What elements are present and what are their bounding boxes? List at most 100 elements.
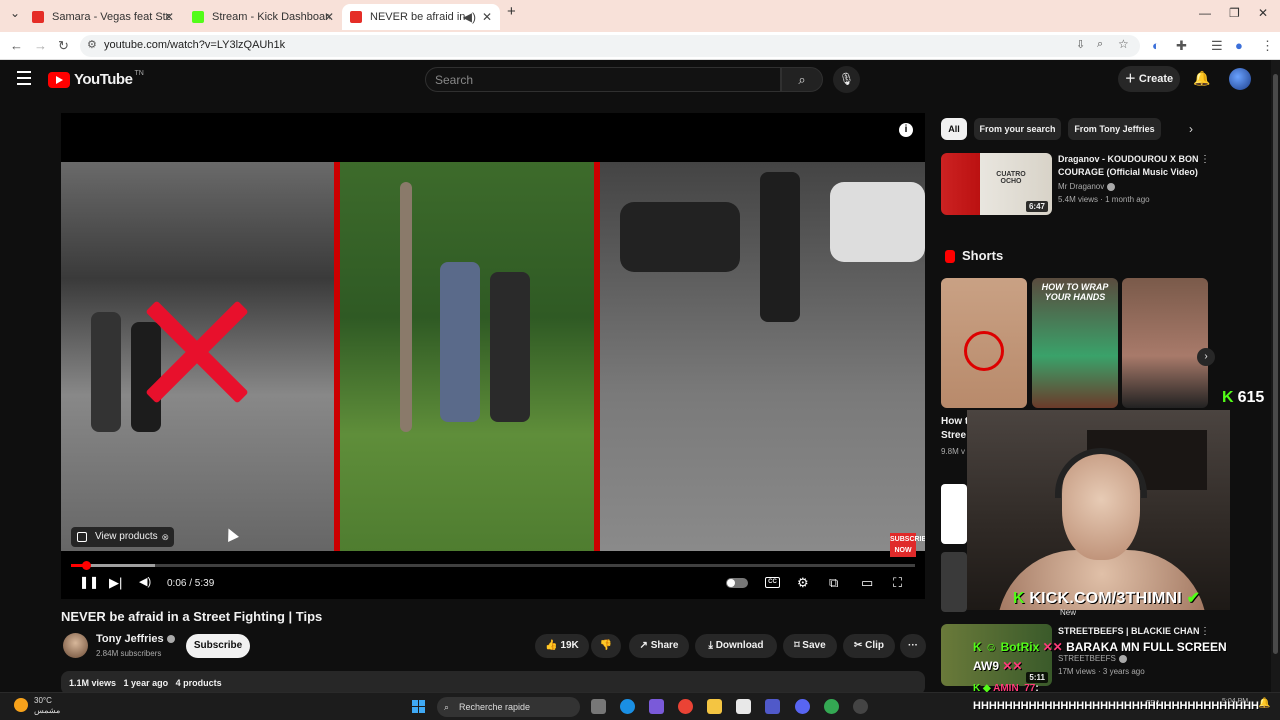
scrubber-handle[interactable] [82, 561, 92, 570]
close-window-icon[interactable]: ✕ [1258, 6, 1268, 20]
page-scrollbar[interactable] [1271, 60, 1280, 692]
weather-widget[interactable]: 30°C مشمس [34, 696, 60, 716]
clip-button[interactable]: ✂ Clip [843, 634, 895, 658]
edge-icon[interactable] [620, 699, 635, 714]
create-button[interactable]: ＋ Create [1118, 66, 1180, 92]
partial-thumbnail[interactable] [941, 484, 967, 544]
related-video-thumbnail[interactable]: 5:11 [941, 624, 1052, 686]
tab-youtube-active[interactable]: NEVER be afraid in a Street ◀) ✕ [342, 4, 500, 30]
short-thumbnail[interactable] [1122, 278, 1208, 408]
tab-samara[interactable]: Samara - Vegas feat Stou (Audi ✕ [24, 4, 182, 30]
related-video-channel[interactable]: STREETBEEFS [1058, 654, 1127, 663]
video-player[interactable]: i View products ⊗ SUBSCRIBE NOW ❚❚ ▶| ◀)… [61, 113, 925, 599]
voice-search-button[interactable]: 🎙 [833, 66, 860, 93]
settings-gear-icon[interactable]: ⚙ [797, 575, 809, 591]
windows-start-icon[interactable] [412, 700, 426, 714]
weather-icon[interactable] [14, 698, 28, 712]
more-icon[interactable]: ⋮ [1200, 626, 1210, 637]
short-thumbnail[interactable] [941, 278, 1027, 408]
notification-bell-icon[interactable]: 🔔 [1258, 698, 1270, 709]
progress-bar[interactable] [71, 561, 915, 570]
extension-icon[interactable]: ◐ [1152, 38, 1160, 53]
save-button[interactable]: ⌑ Save [783, 634, 837, 658]
chrome-icon[interactable] [678, 699, 693, 714]
related-video-title[interactable]: STREETBEEFS | BLACKIE CHAN [1058, 625, 1200, 638]
download-label: Download [715, 640, 764, 651]
store-icon[interactable] [736, 699, 751, 714]
notifications-bell-icon[interactable]: 🔔 [1193, 70, 1210, 87]
close-tab-icon[interactable]: ✕ [482, 10, 492, 24]
restore-icon[interactable]: ❐ [1229, 6, 1240, 20]
profile-icon[interactable]: ● [1235, 38, 1243, 53]
title-line: Draganov - KOUDOUROU X BON [1058, 154, 1199, 164]
theater-mode-icon[interactable]: ▭ [861, 575, 873, 591]
menu-icon[interactable] [17, 71, 31, 89]
install-icon[interactable]: ⇩ [1076, 38, 1085, 51]
back-icon[interactable]: ← [10, 38, 23, 53]
discord-icon[interactable] [795, 699, 810, 714]
view-products-button[interactable]: View products ⊗ [71, 527, 174, 547]
obs-icon[interactable] [853, 699, 868, 714]
autoplay-toggle[interactable] [726, 578, 748, 588]
zoom-icon[interactable]: ⌕ [1097, 38, 1103, 51]
chevron-right-icon[interactable]: › [1189, 122, 1193, 136]
bookmark-star-icon[interactable]: ☆ [1118, 37, 1129, 51]
subscribe-now-badge[interactable]: SUBSCRIBE NOW [890, 533, 925, 557]
chrome-menu-icon[interactable]: ⋮ [1261, 38, 1274, 54]
chrome-profile-icon[interactable] [824, 699, 839, 714]
youtube-logo[interactable]: YouTube TN [48, 70, 144, 88]
site-info-icon[interactable]: ⚙ [87, 38, 97, 51]
more-actions-button[interactable]: ··· [900, 634, 926, 658]
info-icon[interactable]: i [899, 123, 913, 137]
close-tab-icon[interactable]: ✕ [324, 10, 334, 24]
weather-text: مشمس [34, 706, 61, 715]
new-tab-button[interactable]: + [507, 3, 516, 20]
next-icon[interactable]: ▶| [109, 575, 122, 591]
minimize-icon[interactable]: — [1199, 6, 1211, 20]
close-tab-icon[interactable]: ✕ [164, 10, 174, 24]
avatar[interactable] [1229, 68, 1251, 90]
pause-icon[interactable]: ❚❚ [79, 575, 99, 589]
speaker-icon[interactable]: ◀) [463, 10, 476, 24]
like-button[interactable]: 👍 19K [535, 634, 589, 658]
tab-search-icon[interactable]: ⌄ [10, 6, 20, 20]
volume-icon[interactable]: ◀) [139, 575, 151, 588]
captions-icon[interactable]: CC [765, 577, 780, 588]
address-bar[interactable]: ⚙ youtube.com/watch?v=LY3lzQAUh1k ⇩ ⌕ ☆ [80, 35, 1140, 57]
task-view-icon[interactable] [591, 699, 606, 714]
subscribe-button[interactable]: Subscribe [186, 634, 250, 658]
extensions-puzzle-icon[interactable]: ✚ [1176, 38, 1187, 54]
search-button[interactable]: ⌕ [781, 67, 823, 92]
channel-avatar[interactable] [63, 633, 88, 658]
chip-from-tony-jeffries[interactable]: From Tony Jeffries [1068, 118, 1161, 140]
share-icon: ↗ [639, 640, 648, 651]
car-shape [620, 202, 740, 272]
chat-message: K ☺ BotRix ✕✕ BARAKA MN FULL SCREEN [973, 640, 1227, 654]
copilot-icon[interactable] [649, 699, 664, 714]
download-button[interactable]: ⤓ Download [695, 634, 777, 658]
channel-name[interactable]: Tony Jeffries [96, 633, 175, 645]
tab-search-icon[interactable]: ☰ [1211, 38, 1223, 54]
short-thumbnail[interactable]: HOW TO WRAP YOUR HANDS [1032, 278, 1118, 408]
forward-icon[interactable]: → [34, 38, 47, 53]
partial-thumbnail[interactable] [941, 552, 967, 612]
close-icon[interactable]: ⊗ [161, 527, 169, 547]
related-video-thumbnail[interactable]: CUATRO OCHO 6:47 [941, 153, 1052, 215]
more-icon[interactable]: ⋮ [1200, 154, 1210, 165]
related-video-channel[interactable]: Mr Draganov [1058, 182, 1116, 191]
teams-icon[interactable] [765, 699, 780, 714]
chip-from-your-search[interactable]: From your search [974, 118, 1061, 140]
miniplayer-icon[interactable]: ⧉ [829, 575, 838, 591]
dislike-button[interactable]: 👎 [591, 634, 621, 658]
search-input[interactable]: Search [425, 67, 781, 92]
related-video-title[interactable]: Draganov - KOUDOUROU X BON COURAGE (Offic… [1058, 153, 1199, 179]
shorts-next-button[interactable]: › [1197, 348, 1215, 366]
reload-icon[interactable]: ↻ [58, 38, 69, 54]
taskbar-search[interactable]: ⌕ Recherche rapide [437, 697, 580, 717]
file-explorer-icon[interactable] [707, 699, 722, 714]
fullscreen-icon[interactable]: ⛶ [893, 575, 902, 591]
chip-all[interactable]: All [941, 118, 967, 140]
viewer-count: 615 [1237, 389, 1265, 406]
share-button[interactable]: ↗ Share [629, 634, 689, 658]
tab-kick-dashboard[interactable]: Stream - Kick Dashboard ✕ [184, 4, 342, 30]
